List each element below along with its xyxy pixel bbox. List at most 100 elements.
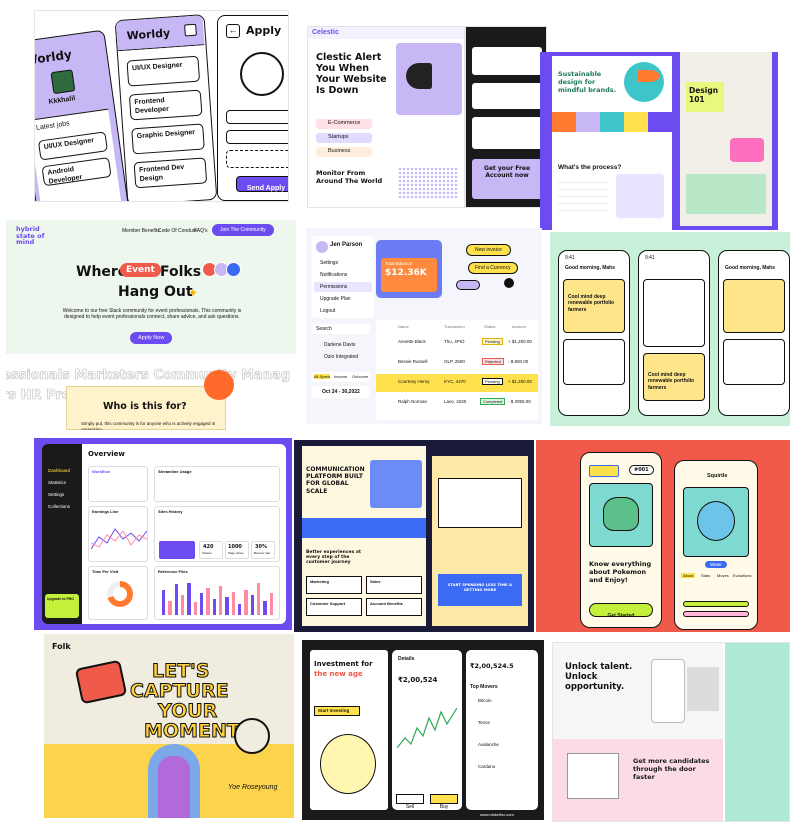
note-card[interactable]: Cool mind deep renewable portfolio farme… [563, 279, 625, 333]
radio-button[interactable] [504, 278, 514, 288]
apply-label: Apply Now [138, 335, 165, 341]
tab-about[interactable]: About [681, 573, 696, 578]
nav-link[interactable]: Code Of Conduct [158, 228, 197, 234]
feature-card[interactable]: Sales [366, 576, 422, 594]
hybrid-logo[interactable]: hybrid state of mind [16, 226, 60, 246]
tab-all-spent[interactable]: All Spent [314, 374, 331, 379]
nav-link[interactable]: Member Benefits [122, 228, 160, 234]
hero-line: YOUR [157, 700, 218, 723]
feature-card[interactable]: Account Benefits [366, 598, 422, 616]
menu-item[interactable]: Notifications [320, 272, 347, 278]
coin-row[interactable]: Cardano [478, 764, 495, 770]
note-card[interactable]: Cool mind deep renewable portfolio farme… [643, 353, 705, 401]
table-row[interactable]: Bessie Russell OLP, 2500 Rejected - $ 80… [376, 354, 538, 372]
table-row-selected[interactable]: Courtney Henry KYC, 4470 Pending + $1,25… [376, 374, 538, 392]
feature-card[interactable]: Marketing [306, 576, 362, 594]
tile-talent[interactable]: Unlock talent. Unlock opportunity. Get m… [552, 642, 790, 822]
cta-panel[interactable]: START SPENDING LESS TIME & GETTING MORE [438, 574, 522, 606]
balance-card[interactable]: Total Balance $12.36K [376, 240, 442, 298]
side-title: Design 101 [689, 86, 719, 104]
logo-strip [302, 518, 426, 538]
tile-analytics[interactable]: Dashboard Statistics Settings Collection… [34, 438, 292, 630]
earnings-widget: Earnings Line [88, 506, 148, 562]
sidebar-item-statistics[interactable]: Statistics [48, 480, 66, 486]
tab-evolutions[interactable]: Evolutions [733, 573, 751, 578]
tile-celestic[interactable]: Celestic Clestic Alert You When Your Web… [307, 26, 465, 208]
donut-hole [113, 587, 127, 601]
tile-communication[interactable]: COMMUNICATION PLATFORM BUILT FOR GLOBAL … [294, 440, 534, 632]
upload-field[interactable] [226, 150, 288, 168]
tab-income[interactable]: Income [334, 374, 347, 379]
job-card[interactable]: Frontend Developer [128, 89, 203, 121]
tile-dashboard-ui[interactable]: Jen Parson Settings Notifications Permis… [306, 228, 542, 424]
apply-now-button[interactable]: Apply Now [130, 332, 173, 344]
landing-card: Investment for the new age Start Investi… [310, 650, 388, 810]
job-card[interactable]: Graphic Designer [131, 123, 205, 155]
feature-item[interactable]: E-Commerce [316, 119, 372, 129]
feature-label: Sales [370, 579, 381, 584]
tab-stats[interactable]: Stats [701, 573, 710, 578]
date-range[interactable]: Oct 24 - 30,2022 [312, 386, 370, 398]
event-badge: Event [120, 263, 161, 277]
sidebar-item-settings[interactable]: Settings [48, 492, 64, 498]
find-currency-button[interactable]: Find a Currency [468, 262, 518, 274]
input-field[interactable] [226, 110, 288, 124]
send-apply-button[interactable]: Send Apply [236, 176, 288, 192]
job-card[interactable]: Frontend Dev Design [133, 157, 208, 189]
start-investing-button[interactable]: Start Investing [314, 706, 360, 716]
feature-item[interactable]: Startups [316, 133, 372, 143]
menu-item-active[interactable]: Permissions [314, 282, 372, 292]
note-card[interactable] [643, 279, 705, 347]
nav-link[interactable]: FAQ's [194, 228, 207, 234]
tile-notes-app[interactable]: 9:41 Good morning, Mahs Cool mind deep r… [550, 232, 790, 426]
sidebar-item-dashboard[interactable]: Dashboard [48, 468, 70, 474]
table-row[interactable]: Ralph Norman Lace, 4220 Completed - $ 20… [376, 394, 538, 412]
buy-button[interactable]: Buy [430, 794, 458, 810]
menu-item[interactable]: Logout [320, 308, 335, 314]
toggle-switch[interactable] [456, 280, 480, 290]
tile-celestic-dark[interactable]: Get your Free Account now [465, 26, 547, 208]
worldy-screen-2: Worldy UI/UX Designer Frontend Developer… [114, 14, 218, 201]
pokemon-logo [589, 465, 619, 477]
back-icon[interactable]: ← [226, 24, 240, 38]
get-started-button[interactable]: Get Started [589, 603, 653, 619]
coin-row[interactable]: Tezos [478, 720, 490, 726]
folk-logo[interactable]: Folk [52, 642, 71, 651]
tile-capture[interactable]: Folk LET'S CAPTURE YOUR MOMENT Yoe Rosey… [44, 634, 294, 818]
stat-value: 30% [255, 544, 267, 550]
note-card[interactable] [723, 279, 785, 333]
toucan-illustration [624, 62, 664, 102]
contact-item[interactable]: Darlene Davis [324, 342, 355, 348]
note-card[interactable] [723, 339, 785, 385]
tile-sustainable[interactable]: Sustainable design for mindful brands. W… [540, 52, 778, 230]
join-community-button[interactable]: Join The Community [212, 224, 274, 236]
job-card[interactable]: UI/UX Designer [126, 55, 201, 87]
table-row[interactable]: Annette Black Thu, 4PIO Pending + $1,250… [376, 334, 538, 352]
sidebar-item-collections[interactable]: Collections [48, 504, 70, 510]
tab-outcome[interactable]: Outcome [352, 374, 368, 379]
brand-logo: Celestic [312, 29, 339, 36]
tile-worldy[interactable]: Worldy Kkkhalil Latest jobs UI/UX Design… [34, 10, 289, 202]
new-invoice-button[interactable]: New invoice [466, 244, 511, 256]
feature-card[interactable]: Customer Support [306, 598, 362, 616]
menu-item[interactable]: Settings [320, 260, 338, 266]
signature: Yoe Roseyoung [228, 784, 278, 791]
bar [257, 582, 261, 615]
hero-headline: COMMUNICATION PLATFORM BUILT FOR GLOBAL … [306, 466, 365, 495]
note-card[interactable] [563, 339, 625, 385]
coin-row[interactable]: Avalanche [478, 742, 499, 748]
tile-hybrid[interactable]: hybrid state of mind Member Benefits Cod… [6, 220, 296, 430]
menu-item[interactable]: Upgrade Plan [320, 296, 351, 302]
sell-button[interactable]: Sell [396, 794, 424, 810]
search-field[interactable]: Search [312, 324, 370, 334]
input-field[interactable] [226, 130, 288, 144]
menu-icon[interactable] [184, 23, 197, 37]
free-account-cta[interactable]: Get your Free Account now [472, 159, 542, 199]
feature-item[interactable]: Business [316, 147, 372, 157]
coin-row[interactable]: Bitcoin [478, 698, 492, 704]
tile-investment[interactable]: Investment for the new age Start Investi… [302, 640, 544, 820]
upgrade-card[interactable]: Upgrade to PRO [45, 594, 79, 618]
contact-item[interactable]: Ozio Integrated [324, 354, 358, 360]
tile-pokemon[interactable]: #001 Know everything about Pokemon and E… [536, 440, 790, 632]
tab-moves[interactable]: Moves [717, 573, 729, 578]
